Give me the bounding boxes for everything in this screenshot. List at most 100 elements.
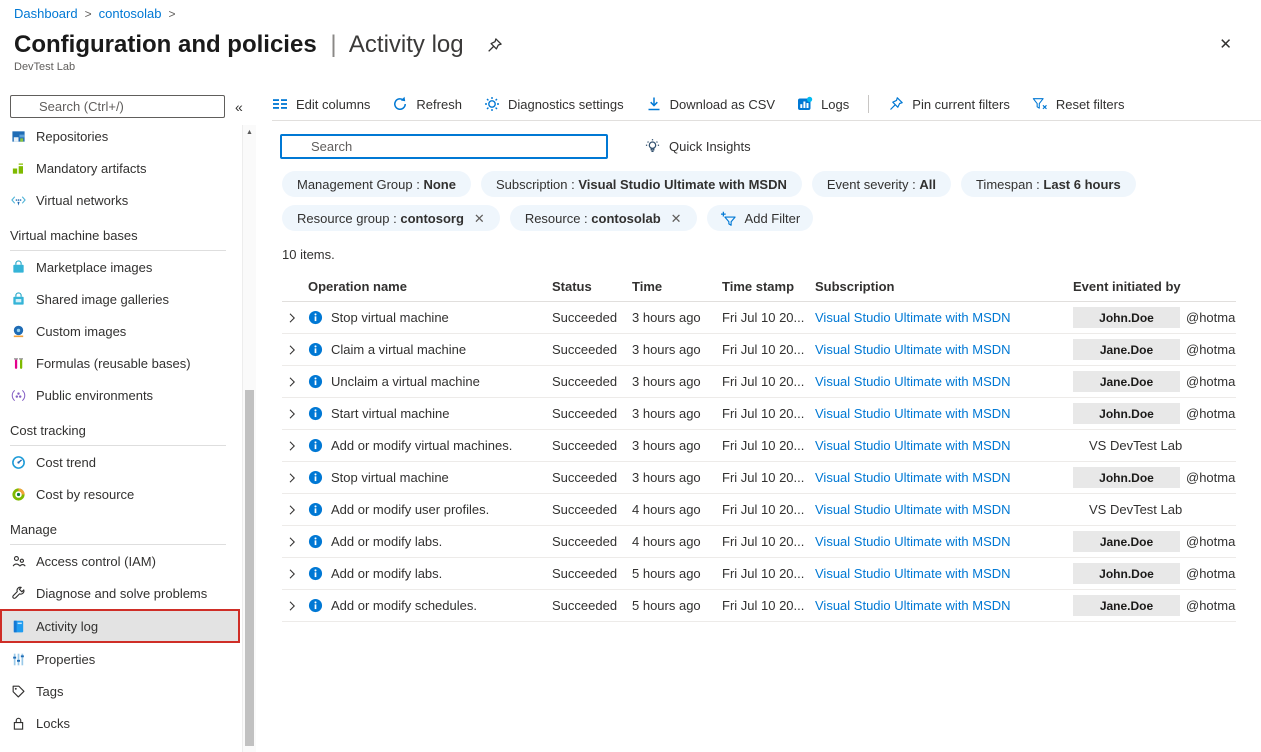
filter-pill-management-group[interactable]: Management Group : None xyxy=(282,171,471,197)
refresh-button[interactable]: Refresh xyxy=(381,88,473,120)
sidebar-item-label: Properties xyxy=(36,652,95,667)
add-filter-button[interactable]: Add Filter xyxy=(707,205,814,231)
table-row[interactable]: Add or modify schedules.Succeeded5 hours… xyxy=(282,590,1236,622)
sidebar-item-custom-images[interactable]: Custom images xyxy=(0,315,240,347)
sidebar-item-activity-log[interactable]: Activity log xyxy=(0,609,240,643)
time-cell: 3 hours ago xyxy=(632,438,722,453)
pin-current-filters-button[interactable]: Pin current filters xyxy=(877,88,1021,120)
table-row[interactable]: Claim a virtual machineSucceeded3 hours … xyxy=(282,334,1236,366)
sidebar-item-tags[interactable]: Tags xyxy=(0,675,240,707)
initiator-email-suffix: @hotmai... xyxy=(1186,374,1236,389)
subscription-link[interactable]: Visual Studio Ultimate with MSDN xyxy=(815,310,1073,325)
sidebar-scrollbar: ▲ xyxy=(242,125,256,752)
sidebar-item-label: Access control (IAM) xyxy=(36,554,156,569)
subscription-link[interactable]: Visual Studio Ultimate with MSDN xyxy=(815,438,1073,453)
time-cell: 3 hours ago xyxy=(632,374,722,389)
sidebar-item-mandatory-artifacts[interactable]: Mandatory artifacts xyxy=(0,152,240,184)
status-cell: Succeeded xyxy=(552,438,632,453)
column-header-subscription[interactable]: Subscription xyxy=(815,279,1073,294)
filter-pill-text: Resource : contosolab xyxy=(525,211,661,226)
subscription-link[interactable]: Visual Studio Ultimate with MSDN xyxy=(815,534,1073,549)
timestamp-cell: Fri Jul 10 20... xyxy=(722,502,815,517)
subscription-link[interactable]: Visual Studio Ultimate with MSDN xyxy=(815,342,1073,357)
sidebar-item-access-control-iam[interactable]: Access control (IAM) xyxy=(0,545,240,577)
sidebar-item-public-environments[interactable]: Public environments xyxy=(0,379,240,411)
diagnostics-settings-button[interactable]: Diagnostics settings xyxy=(473,88,635,120)
sidebar-item-virtual-networks[interactable]: Virtual networks xyxy=(0,184,240,216)
column-header-event-initiated-by[interactable]: Event initiated by xyxy=(1073,279,1236,294)
table-row[interactable]: Unclaim a virtual machineSucceeded3 hour… xyxy=(282,366,1236,398)
reset-filters-button[interactable]: Reset filters xyxy=(1021,88,1136,120)
sidebar-item-cost-trend[interactable]: Cost trend xyxy=(0,446,240,478)
scroll-up-icon[interactable]: ▲ xyxy=(243,125,256,140)
table-row[interactable]: Stop virtual machineSucceeded3 hours ago… xyxy=(282,302,1236,334)
pin-blade-icon[interactable] xyxy=(486,37,503,54)
filter-pill-event-severity[interactable]: Event severity : All xyxy=(812,171,951,197)
table-row[interactable]: Add or modify virtual machines.Succeeded… xyxy=(282,430,1236,462)
expand-row-button[interactable] xyxy=(282,536,308,548)
remove-filter-icon[interactable]: ✕ xyxy=(474,212,485,225)
toolbar-separator xyxy=(868,95,869,113)
toolbar-button-label: Logs xyxy=(821,97,849,112)
repositories-icon xyxy=(11,129,26,144)
search-icon xyxy=(289,140,302,153)
table-row[interactable]: Add or modify user profiles.Succeeded4 h… xyxy=(282,494,1236,526)
download-as-csv-button[interactable]: Download as CSV xyxy=(635,88,787,120)
expand-row-button[interactable] xyxy=(282,600,308,612)
sidebar-item-repositories[interactable]: Repositories xyxy=(0,120,240,152)
subscription-link[interactable]: Visual Studio Ultimate with MSDN xyxy=(815,598,1073,613)
edit-columns-button[interactable]: Edit columns xyxy=(272,88,381,120)
filter-pill-resource[interactable]: Resource : contosolab ✕ xyxy=(510,205,697,231)
sidebar-item-label: Virtual networks xyxy=(36,193,128,208)
sidebar-item-cost-by-resource[interactable]: Cost by resource xyxy=(0,478,240,510)
sidebar-search-input[interactable] xyxy=(37,98,217,115)
expand-row-button[interactable] xyxy=(282,440,308,452)
quick-insights-button[interactable]: Quick Insights xyxy=(644,138,751,155)
subscription-link[interactable]: Visual Studio Ultimate with MSDN xyxy=(815,374,1073,389)
initiator-email-suffix: @hotmai... xyxy=(1186,470,1236,485)
close-blade-icon[interactable]: ✕ xyxy=(1219,37,1232,52)
expand-row-button[interactable] xyxy=(282,408,308,420)
logs-button[interactable]: Logs xyxy=(786,88,860,120)
column-header-status[interactable]: Status xyxy=(552,279,632,294)
toolbar-button-label: Pin current filters xyxy=(912,97,1010,112)
expand-row-button[interactable] xyxy=(282,472,308,484)
breadcrumb: Dashboard>contosolab> xyxy=(14,6,183,21)
sidebar-collapse-icon[interactable]: « xyxy=(233,99,245,115)
table-row[interactable]: Stop virtual machineSucceeded3 hours ago… xyxy=(282,462,1236,494)
expand-row-button[interactable] xyxy=(282,312,308,324)
sidebar-item-locks[interactable]: Locks xyxy=(0,707,240,739)
filter-pill-resource-group[interactable]: Resource group : contosorg✕ xyxy=(282,205,500,231)
filter-pill-timespan[interactable]: Timespan : Last 6 hours xyxy=(961,171,1136,197)
sidebar-item-properties[interactable]: Properties xyxy=(0,643,240,675)
expand-row-button[interactable] xyxy=(282,568,308,580)
activity-search-input[interactable] xyxy=(309,138,599,155)
sidebar: « RepositoriesMandatory artifacts Virtual… xyxy=(0,88,256,752)
table-row[interactable]: Add or modify labs.Succeeded5 hours agoF… xyxy=(282,558,1236,590)
sidebar-item-marketplace-images[interactable]: Marketplace images xyxy=(0,251,240,283)
items-count: 10 items. xyxy=(282,247,1261,262)
sidebar-scrollbar-thumb[interactable] xyxy=(245,390,254,746)
column-header-operation-name[interactable]: Operation name xyxy=(308,279,552,294)
sidebar-item-shared-image-galleries[interactable]: Shared image galleries xyxy=(0,283,240,315)
column-header-time[interactable]: Time xyxy=(632,279,722,294)
sidebar-item-formulas-reusable-bases[interactable]: Formulas (reusable bases) xyxy=(0,347,240,379)
subscription-link[interactable]: Visual Studio Ultimate with MSDN xyxy=(815,566,1073,581)
timestamp-cell: Fri Jul 10 20... xyxy=(722,310,815,325)
expand-row-button[interactable] xyxy=(282,376,308,388)
remove-filter-icon[interactable]: ✕ xyxy=(671,212,682,225)
subscription-link[interactable]: Visual Studio Ultimate with MSDN xyxy=(815,470,1073,485)
table-row[interactable]: Start virtual machineSucceeded3 hours ag… xyxy=(282,398,1236,430)
expand-row-button[interactable] xyxy=(282,344,308,356)
subscription-link[interactable]: Visual Studio Ultimate with MSDN xyxy=(815,406,1073,421)
expand-row-button[interactable] xyxy=(282,504,308,516)
breadcrumb-link-dashboard[interactable]: Dashboard xyxy=(14,6,78,21)
filter-pill-subscription[interactable]: Subscription : Visual Studio Ultimate wi… xyxy=(481,171,802,197)
table-row[interactable]: Add or modify labs.Succeeded4 hours agoF… xyxy=(282,526,1236,558)
lightbulb-icon xyxy=(644,138,661,155)
sidebar-item-diagnose-and-solve-problems[interactable]: Diagnose and solve problems xyxy=(0,577,240,609)
page-title-separator: | xyxy=(330,31,336,58)
column-header-time-stamp[interactable]: Time stamp xyxy=(722,279,815,294)
breadcrumb-link-contosolab[interactable]: contosolab xyxy=(99,6,162,21)
subscription-link[interactable]: Visual Studio Ultimate with MSDN xyxy=(815,502,1073,517)
